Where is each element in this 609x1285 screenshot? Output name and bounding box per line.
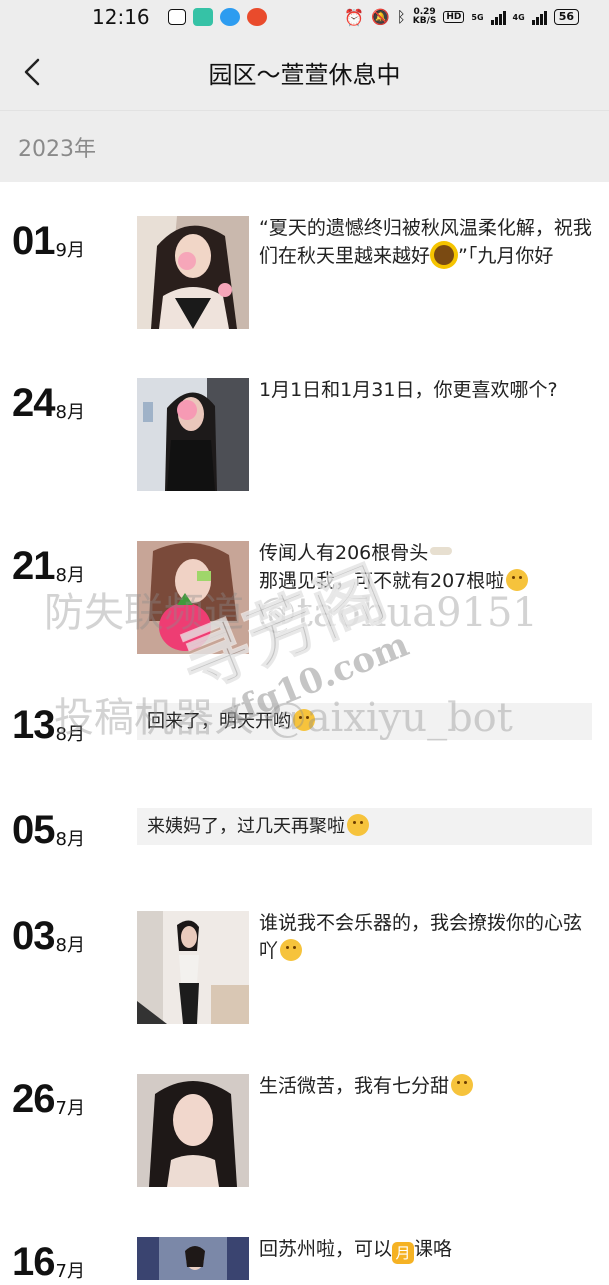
moment-post[interactable]: 26 7月 生活微苦，我有七分甜 bbox=[0, 1071, 609, 1191]
post-day: 05 bbox=[12, 808, 55, 852]
net-5g-label: 5G bbox=[471, 12, 484, 22]
post-date: 21 8月 bbox=[12, 544, 85, 589]
at-icon bbox=[219, 8, 240, 26]
month-emoji-icon: 月 bbox=[392, 1242, 415, 1264]
post-date: 13 8月 bbox=[12, 703, 85, 748]
post-thumbnail[interactable] bbox=[137, 911, 249, 1024]
post-text: 生活微苦，我有七分甜 bbox=[259, 1072, 594, 1100]
post-day: 03 bbox=[12, 914, 55, 958]
sunflower-emoji-icon bbox=[434, 245, 455, 265]
net-4g-label: 4G bbox=[512, 12, 525, 22]
post-thumbnail[interactable] bbox=[137, 1237, 249, 1280]
moment-post[interactable]: 16 7月 回苏州啦，可以月课咯 bbox=[0, 1234, 609, 1284]
post-day: 24 bbox=[12, 381, 55, 425]
post-day: 21 bbox=[12, 544, 55, 588]
status-bar: 12:16 ⏰ 🔕 ᛒ 0.29 KB/S HD 5G 4G 56 bbox=[0, 0, 609, 34]
mute-icon: 🔕 bbox=[371, 8, 390, 26]
post-thumbnail[interactable] bbox=[137, 541, 249, 654]
bone-emoji-icon bbox=[430, 547, 453, 555]
post-month: 7月 bbox=[55, 1098, 85, 1119]
post-month: 8月 bbox=[55, 565, 85, 586]
post-month: 8月 bbox=[55, 935, 85, 956]
post-day: 01 bbox=[12, 219, 55, 263]
post-text: 谁说我不会乐器的，我会撩拨你的心弦吖 bbox=[259, 912, 583, 962]
weibo-icon bbox=[246, 8, 267, 26]
moment-post[interactable]: 21 8月 传闻人有206根骨头 那遇见我，可不就有207根啦 bbox=[0, 538, 609, 658]
post-date: 16 7月 bbox=[12, 1240, 85, 1285]
status-app-icons bbox=[167, 8, 267, 26]
post-date: 01 9月 bbox=[12, 219, 85, 264]
status-time: 12:16 bbox=[92, 5, 150, 29]
wink-emoji-icon bbox=[280, 939, 303, 961]
post-month: 8月 bbox=[55, 402, 85, 423]
page-title: 园区～萱萱休息中 bbox=[208, 60, 401, 89]
post-thumbnail[interactable] bbox=[137, 378, 249, 491]
post-thumbnail[interactable] bbox=[137, 1074, 249, 1187]
post-text: 回苏州啦，可以月课咯 bbox=[259, 1238, 453, 1264]
post-date: 05 8月 bbox=[12, 808, 85, 853]
signal-icon bbox=[490, 9, 506, 25]
post-date: 03 8月 bbox=[12, 914, 85, 959]
moment-post[interactable]: 01 9月 “夏天的遗憾终归被秋风温柔化解，祝我们在秋天里越来越好 ”「九月你好 bbox=[0, 213, 609, 333]
post-day: 16 bbox=[12, 1240, 55, 1284]
hd-badge: HD bbox=[443, 11, 465, 23]
battery-icon: 56 bbox=[553, 9, 579, 25]
year-divider: 2023年 bbox=[0, 110, 609, 182]
post-thumbnail[interactable] bbox=[137, 216, 249, 329]
post-text-card: 来姨妈了，过几天再聚啦 bbox=[137, 808, 592, 845]
post-date: 24 8月 bbox=[12, 381, 85, 426]
post-text-card: 回来了，明天开哟 bbox=[137, 703, 592, 740]
moment-post[interactable]: 24 8月 1月1日和1月31日，你更喜欢哪个? bbox=[0, 375, 609, 495]
post-text: 1月1日和1月31日，你更喜欢哪个? bbox=[259, 379, 558, 401]
moment-post[interactable]: 05 8月 来姨妈了，过几天再聚啦 bbox=[0, 808, 609, 858]
chevron-left-icon bbox=[24, 58, 40, 86]
post-month: 8月 bbox=[55, 724, 85, 745]
signal-icon bbox=[531, 9, 547, 25]
smirk-emoji-icon bbox=[506, 569, 529, 591]
post-text: “夏天的遗憾终归被秋风温柔化解，祝我们在秋天里越来越好 ”「九月你好 bbox=[259, 217, 592, 267]
network-speed: 0.29 KB/S bbox=[412, 7, 437, 26]
bilibili-icon bbox=[167, 9, 186, 25]
blush-emoji-icon bbox=[451, 1074, 474, 1096]
post-day: 26 bbox=[12, 1077, 55, 1121]
nav-header: 园区～萱萱休息中 bbox=[0, 34, 609, 110]
wink-emoji-icon bbox=[293, 709, 315, 731]
post-month: 9月 bbox=[55, 240, 85, 261]
back-button[interactable] bbox=[18, 56, 48, 88]
bluetooth-icon: ᛒ bbox=[396, 8, 406, 26]
post-text: 传闻人有206根骨头 那遇见我，可不就有207根啦 bbox=[259, 539, 594, 595]
alarm-icon: ⏰ bbox=[344, 7, 365, 27]
app-icon bbox=[192, 8, 213, 26]
post-month: 7月 bbox=[55, 1261, 85, 1282]
status-system-icons: ⏰ 🔕 ᛒ 0.29 KB/S HD 5G 4G 56 bbox=[344, 8, 579, 27]
post-day: 13 bbox=[12, 703, 55, 747]
moment-post[interactable]: 03 8月 谁说我不会乐器的，我会撩拨你的心弦吖 bbox=[0, 908, 609, 1028]
moment-post[interactable]: 13 8月 回来了，明天开哟 bbox=[0, 703, 609, 753]
post-date: 26 7月 bbox=[12, 1077, 85, 1122]
post-month: 8月 bbox=[55, 829, 85, 850]
smile-emoji-icon bbox=[347, 814, 369, 836]
year-label: 2023年 bbox=[18, 136, 96, 162]
